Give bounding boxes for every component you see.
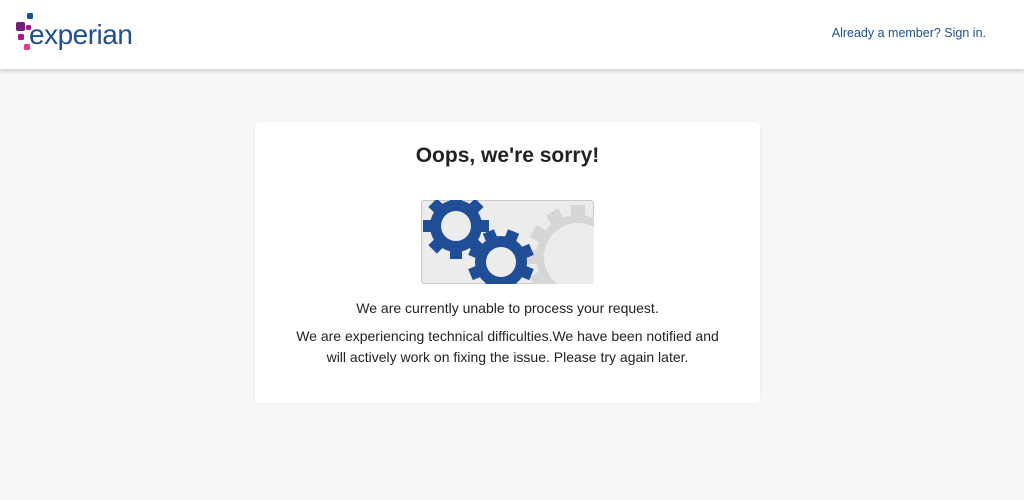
logo-wordmark: experian [29, 19, 133, 50]
site-header: experian . Already a member? Sign in. [0, 0, 1024, 70]
error-message-secondary: We are experiencing technical difficulti… [296, 328, 719, 365]
error-message-primary: We are currently unable to process your … [356, 300, 659, 316]
sign-in-link[interactable]: Already a member? Sign in. [832, 25, 986, 41]
logo-registered-mark: . [135, 39, 137, 46]
error-title: Oops, we're sorry! [415, 144, 600, 167]
gears-icon [421, 200, 594, 284]
experian-logo[interactable]: experian . [14, 11, 144, 55]
error-card: Oops, we're sorry! We are currently unab… [255, 122, 760, 403]
